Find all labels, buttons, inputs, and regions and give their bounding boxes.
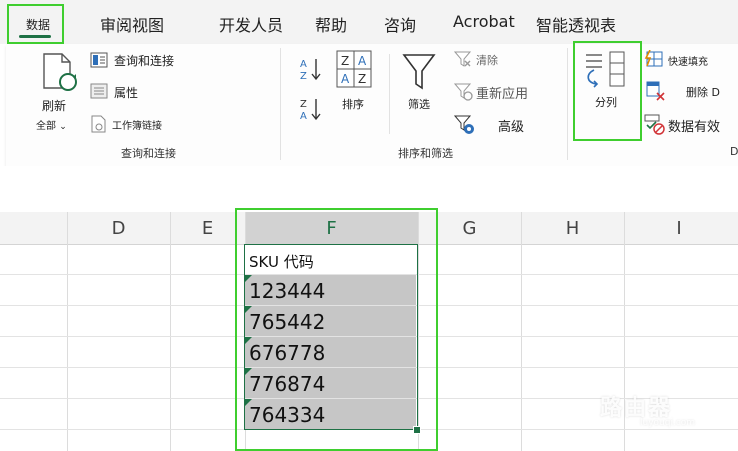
col-divider bbox=[521, 212, 522, 451]
column-header-h[interactable]: H bbox=[521, 218, 624, 239]
chevron-down-icon: ⌄ bbox=[59, 122, 67, 132]
svg-text:Z: Z bbox=[300, 99, 307, 110]
column-header-i[interactable]: I bbox=[624, 218, 734, 239]
flash-fill-button[interactable]: 快速填充 bbox=[668, 53, 708, 68]
highlight-column-f bbox=[235, 208, 438, 451]
tab-help[interactable]: 帮助 bbox=[315, 12, 347, 36]
highlight-text-to-columns bbox=[573, 41, 642, 141]
reapply-button[interactable]: 重新应用 bbox=[476, 83, 528, 102]
reapply-filter-icon bbox=[454, 83, 473, 101]
sort-filter-group-label: 排序和筛选 bbox=[398, 147, 453, 160]
data-tools-group-label: D bbox=[730, 145, 738, 158]
clear-button[interactable]: 清除 bbox=[476, 52, 498, 68]
refresh-all-icon[interactable] bbox=[40, 52, 80, 94]
ribbon-tab-bar: 数据 审阅视图 开发人员 帮助 咨询 Acrobat 智能透视表 bbox=[0, 0, 738, 44]
group-divider-2 bbox=[567, 48, 568, 160]
tab-smart-pivot[interactable]: 智能透视表 bbox=[536, 12, 616, 36]
workbook-links-button[interactable]: 工作簿链接 bbox=[112, 117, 162, 132]
svg-text:A: A bbox=[358, 54, 367, 68]
advanced-filter-icon bbox=[454, 115, 474, 134]
clear-filter-icon bbox=[454, 51, 472, 67]
sort-filter-divider bbox=[389, 54, 390, 134]
svg-text:A: A bbox=[341, 72, 350, 86]
flash-fill-icon bbox=[644, 50, 663, 67]
tab-developer[interactable]: 开发人员 bbox=[219, 12, 283, 36]
remove-duplicates-button[interactable]: 删除 D bbox=[686, 84, 720, 100]
remove-duplicates-icon bbox=[646, 81, 665, 101]
query-connections-icon bbox=[90, 52, 108, 68]
svg-text:A: A bbox=[300, 59, 307, 70]
query-group-label: 查询和连接 bbox=[121, 147, 176, 160]
data-validation-button[interactable]: 数据有效 bbox=[668, 116, 720, 135]
column-header-d[interactable]: D bbox=[67, 218, 170, 239]
watermark-url: luyouqi.com bbox=[640, 418, 696, 428]
column-header-e[interactable]: E bbox=[170, 218, 245, 239]
refresh-label[interactable]: 刷新 bbox=[42, 97, 66, 114]
sort-button[interactable]: 排序 bbox=[342, 96, 364, 112]
filter-button[interactable]: 筛选 bbox=[408, 96, 430, 112]
svg-text:Z: Z bbox=[358, 72, 366, 86]
col-divider bbox=[67, 212, 68, 451]
data-validation-icon bbox=[644, 114, 665, 135]
filter-funnel-icon[interactable] bbox=[402, 52, 436, 92]
col-divider bbox=[170, 212, 171, 451]
tab-consult[interactable]: 咨询 bbox=[384, 12, 416, 36]
advanced-button[interactable]: 高级 bbox=[498, 116, 524, 135]
refresh-all-dropdown[interactable]: 全部 ⌄ bbox=[36, 117, 67, 132]
sort-ascending-icon[interactable]: A Z bbox=[298, 56, 324, 82]
workbook-links-icon bbox=[91, 115, 106, 133]
svg-text:Z: Z bbox=[300, 71, 307, 82]
sort-dialog-icon[interactable]: Z A A Z bbox=[336, 50, 372, 88]
highlight-data-tab bbox=[7, 4, 64, 44]
sort-descending-icon[interactable]: Z A bbox=[298, 96, 324, 122]
properties-button[interactable]: 属性 bbox=[114, 84, 138, 101]
tab-acrobat[interactable]: Acrobat bbox=[453, 12, 515, 31]
svg-text:Z: Z bbox=[341, 54, 349, 68]
tab-review-view[interactable]: 审阅视图 bbox=[100, 12, 164, 36]
group-divider bbox=[280, 48, 281, 160]
formula-area bbox=[0, 166, 738, 202]
properties-icon bbox=[90, 83, 108, 99]
query-connections-button[interactable]: 查询和连接 bbox=[114, 52, 174, 69]
svg-text:A: A bbox=[300, 111, 307, 122]
